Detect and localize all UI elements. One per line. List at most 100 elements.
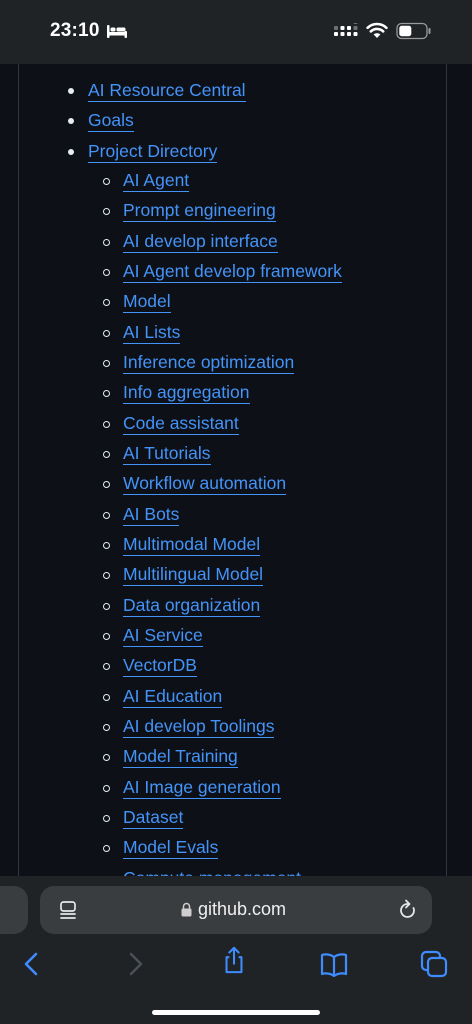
toc-sublink[interactable]: AI develop Toolings: [123, 716, 275, 739]
toc-sublink[interactable]: AI Image generation: [123, 777, 281, 799]
bullet-circle: [103, 784, 110, 792]
toc-sublink[interactable]: AI Education: [123, 686, 223, 708]
toc-sublink[interactable]: Multilingual Model: [123, 564, 264, 587]
toc-sublink[interactable]: Compute management: [123, 868, 301, 876]
list-item: AI Image generation: [0, 774, 472, 804]
wifi-icon: [366, 22, 388, 38]
toc-link-goals[interactable]: Goals: [88, 110, 134, 133]
toc-sublink[interactable]: AI Tutorials: [123, 443, 211, 465]
toc-item: Project Directory AI Agent Prompt engine…: [0, 137, 472, 876]
bullet-circle: [103, 845, 110, 853]
toc-sublink[interactable]: VectorDB: [123, 655, 197, 678]
browser-toolbar: github.com: [0, 876, 472, 1024]
list-item: AI Bots: [0, 501, 472, 531]
list-item: AI develop Toolings: [0, 713, 472, 743]
bullet-circle: [103, 542, 110, 550]
bullet-circle: [103, 420, 110, 428]
bullet-circle: [103, 724, 110, 732]
toc-item: Goals: [0, 106, 472, 136]
bullet-circle: [103, 299, 110, 307]
signal-icon: [334, 23, 358, 36]
bullet-disc: [68, 88, 74, 94]
bullet-circle: [103, 481, 110, 489]
list-item: Info aggregation: [0, 379, 472, 409]
toc-sublink[interactable]: Data organization: [123, 595, 261, 617]
bullet-disc: [68, 118, 74, 125]
list-item: AI Agent develop framework: [0, 258, 472, 288]
bullet-circle: [103, 390, 110, 398]
reload-icon[interactable]: [398, 899, 418, 921]
bullet-circle: [103, 450, 110, 458]
tabs-icon[interactable]: [420, 950, 448, 978]
bullet-circle: [103, 329, 110, 337]
toc-sublink[interactable]: Workflow automation: [123, 473, 287, 496]
list-item: Data organization: [0, 592, 472, 622]
address-bar[interactable]: github.com: [40, 886, 432, 934]
list-item: AI Lists: [0, 319, 472, 349]
toc-sublink[interactable]: AI Service: [123, 625, 203, 648]
list-item: AI Education: [0, 683, 472, 713]
bullet-circle: [103, 663, 110, 671]
bullet-circle: [103, 815, 110, 823]
toc-sublink[interactable]: Dataset: [123, 807, 184, 830]
bullet-disc: [68, 148, 74, 155]
toc-sublink[interactable]: Prompt engineering: [123, 200, 276, 223]
list-item: AI Service: [0, 622, 472, 652]
list-item: Dataset: [0, 804, 472, 834]
toc-sublink[interactable]: Model Training: [123, 746, 238, 769]
toc-sublink[interactable]: Model: [123, 291, 171, 314]
bullet-circle: [103, 268, 110, 276]
bullet-circle: [103, 633, 110, 641]
bookmarks-icon[interactable]: [320, 950, 348, 978]
list-item: Model Evals: [0, 834, 472, 864]
readme-content: AI Resource Central Goals Project Direct…: [0, 64, 472, 876]
toc-sublink[interactable]: AI develop interface: [123, 231, 278, 253]
list-item: Workflow automation: [0, 470, 472, 500]
toc-sublink[interactable]: AI Agent: [123, 170, 190, 192]
status-time: 23:10: [50, 20, 100, 41]
share-icon[interactable]: [220, 946, 248, 974]
forward-icon[interactable]: [121, 950, 149, 978]
toc-sublink[interactable]: AI Bots: [123, 504, 180, 526]
list-item: Prompt engineering: [0, 197, 472, 227]
bullet-circle: [103, 359, 110, 367]
bullet-circle: [103, 754, 110, 762]
bullet-circle: [103, 208, 110, 216]
toc-sublink[interactable]: Code assistant: [123, 413, 239, 435]
list-item: Multilingual Model: [0, 561, 472, 591]
list-item: Inference optimization: [0, 349, 472, 379]
page-menu-icon[interactable]: [58, 900, 78, 920]
list-item: Code assistant: [0, 410, 472, 440]
bullet-circle: [103, 511, 110, 519]
table-of-contents: AI Resource Central Goals Project Direct…: [0, 76, 472, 876]
previous-tab-edge[interactable]: [0, 886, 28, 934]
lock-icon: [181, 902, 192, 917]
home-indicator: [152, 1010, 320, 1015]
toc-sublink[interactable]: Model Evals: [123, 837, 219, 860]
url-text: github.com: [198, 899, 287, 919]
bullet-circle: [103, 602, 110, 610]
bed-icon: [107, 25, 127, 38]
list-item: Compute management: [0, 865, 472, 876]
list-item: Model Training: [0, 743, 472, 773]
battery-icon: [396, 22, 431, 40]
toc-link-project-directory[interactable]: Project Directory: [88, 141, 218, 163]
list-item: AI Tutorials: [0, 440, 472, 470]
bullet-circle: [103, 177, 110, 185]
toc-sublink[interactable]: Multimodal Model: [123, 534, 261, 557]
project-directory-list: AI Agent Prompt engineering AI develop i…: [0, 167, 472, 876]
status-bar: 23:10: [0, 0, 472, 64]
toc-sublink[interactable]: AI Agent develop framework: [123, 261, 342, 283]
list-item: AI Agent: [0, 167, 472, 197]
toc-sublink[interactable]: Inference optimization: [123, 352, 295, 374]
back-icon[interactable]: [18, 950, 46, 978]
bullet-circle: [103, 238, 110, 246]
list-item: VectorDB: [0, 652, 472, 682]
toc-item: AI Resource Central: [0, 76, 472, 106]
toc-sublink[interactable]: AI Lists: [123, 322, 181, 344]
toc-sublink[interactable]: Info aggregation: [123, 382, 250, 405]
bullet-circle: [103, 572, 110, 580]
bullet-circle: [103, 693, 110, 701]
list-item: AI develop interface: [0, 228, 472, 258]
toc-link-ai-resource-central[interactable]: AI Resource Central: [88, 80, 246, 102]
